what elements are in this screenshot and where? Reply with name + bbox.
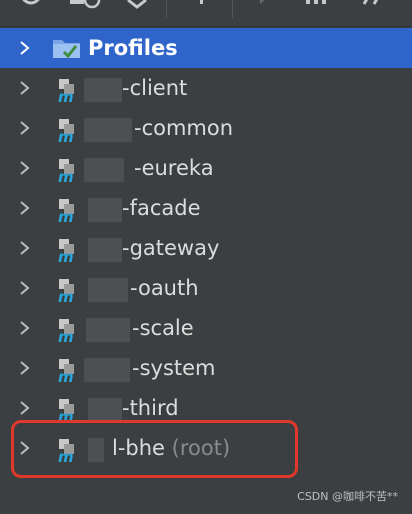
highlight-annotation [11,420,298,478]
module-name-suffix: -system [132,356,216,380]
refresh-icon[interactable] [18,0,46,12]
redacted-text [84,358,130,382]
redacted-text [88,238,122,262]
chevron-right-icon[interactable] [18,200,32,216]
tree-item-module[interactable]: m -client [0,68,412,108]
maven-project-tree: Profiles m -client m -common m -eureka m… [0,28,412,468]
maven-module-icon: m [58,79,74,103]
add-icon[interactable] [190,0,214,12]
module-name-suffix: -gateway [122,236,220,260]
maven-module-icon: m [58,359,74,383]
toolbar-divider [232,0,233,18]
chevron-right-icon[interactable] [18,40,32,56]
tree-item-profiles[interactable]: Profiles [0,28,412,68]
tree-item-module[interactable]: m -eureka [0,148,412,188]
toolbar-divider [166,0,167,18]
redacted-text [88,398,122,422]
tree-item-label: Profiles [88,36,178,60]
maven-module-icon: m [58,319,74,343]
module-name-suffix: -client [122,76,188,100]
svg-text:m: m [58,88,74,103]
execute-goal-icon[interactable] [302,0,336,12]
redacted-text [86,318,130,342]
module-name-suffix: -common [134,116,234,140]
maven-toolbar [0,0,412,27]
svg-text:m: m [58,368,74,383]
tree-item-module[interactable]: m -oauth [0,268,412,308]
redacted-text [88,278,128,302]
redacted-text [84,118,132,142]
svg-text:m: m [58,128,74,143]
svg-text:m: m [58,248,74,263]
tree-item-module[interactable]: m -gateway [0,228,412,268]
chevron-right-icon[interactable] [18,120,32,136]
chevron-right-icon[interactable] [18,160,32,176]
svg-text:m: m [58,168,74,183]
reimport-icon[interactable] [68,0,102,12]
profiles-icon [53,40,80,59]
maven-module-icon: m [58,199,74,223]
maven-module-icon: m [58,119,74,143]
redacted-text [88,198,122,222]
tree-item-module[interactable]: m -system [0,348,412,388]
maven-module-icon: m [58,239,74,263]
maven-module-icon: m [58,159,74,183]
module-name-suffix: -oauth [130,276,199,300]
redacted-text [84,158,124,182]
chevron-right-icon[interactable] [18,320,32,336]
svg-text:m: m [58,328,74,343]
module-name-suffix: -third [122,396,179,420]
svg-text:m: m [58,288,74,303]
chevron-right-icon[interactable] [18,400,32,416]
toggle-offline-icon[interactable] [358,0,392,12]
tree-item-module[interactable]: m -facade [0,188,412,228]
run-icon[interactable] [256,0,280,12]
chevron-right-icon[interactable] [18,240,32,256]
download-icon[interactable] [122,0,152,12]
module-name-suffix: -facade [122,196,201,220]
chevron-right-icon[interactable] [18,360,32,376]
maven-module-icon: m [58,279,74,303]
tree-item-module[interactable]: m -scale [0,308,412,348]
redacted-text [84,78,122,102]
module-name-suffix: -eureka [134,156,214,180]
watermark: CSDN @咖啡不苦** [297,490,398,503]
module-name-suffix: -scale [132,316,194,340]
tree-item-module[interactable]: m -common [0,108,412,148]
chevron-right-icon[interactable] [18,280,32,296]
chevron-right-icon[interactable] [18,80,32,96]
svg-text:m: m [58,208,74,223]
